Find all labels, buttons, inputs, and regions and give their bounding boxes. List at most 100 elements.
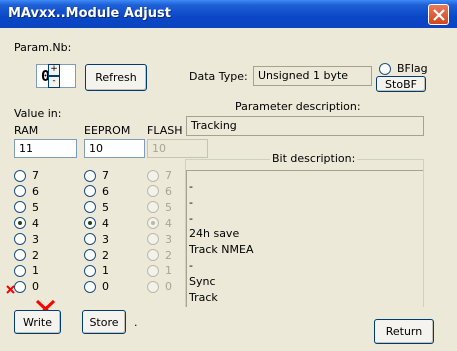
flash-bit-radio: 2: [147, 249, 172, 262]
eeprom-bit-radio[interactable]: 4: [84, 217, 109, 230]
radio-button[interactable]: [14, 201, 26, 214]
radio-button[interactable]: [84, 201, 96, 214]
radio-button: [147, 264, 159, 277]
radio-label: 5: [102, 200, 109, 214]
radio-button: [147, 233, 159, 246]
radio-label: 5: [165, 200, 172, 214]
radio-button[interactable]: [14, 169, 26, 182]
radio-label: 3: [165, 232, 172, 246]
radio-label: 7: [165, 169, 172, 182]
dialog-window: MAvxx..Module Adjust Param.Nb: 0 5 + - Re…: [0, 0, 457, 351]
bit-desc-item: -: [189, 211, 193, 225]
flash-bit-radio: 4: [147, 217, 172, 230]
radio-button[interactable]: [84, 185, 96, 198]
write-button[interactable]: Write: [14, 310, 61, 334]
radio-label: 2: [102, 248, 109, 262]
param-desc-label: Parameter description:: [235, 100, 361, 113]
radio-label: 4: [165, 216, 172, 230]
data-type-label: Data Type:: [189, 70, 248, 83]
param-desc-field: Tracking: [186, 116, 424, 136]
ram-bit-radio[interactable]: 1: [14, 264, 39, 277]
return-button[interactable]: Return: [374, 319, 434, 344]
radio-label: 5: [32, 200, 39, 214]
bit-desc-item: Track: [189, 290, 218, 304]
radio-label: 6: [102, 184, 109, 198]
stobf-button[interactable]: StoBF: [376, 76, 426, 92]
radio-label: 6: [165, 184, 172, 198]
radio-button[interactable]: [14, 233, 26, 246]
ram-bit-radio[interactable]: 2: [14, 249, 39, 262]
radio-label: 6: [32, 184, 39, 198]
flash-bit-radio: 3: [147, 233, 172, 246]
eeprom-bit-radio[interactable]: 7: [84, 169, 109, 182]
radio-label: 1: [165, 264, 172, 278]
radio-button[interactable]: [84, 169, 96, 182]
radio-button[interactable]: [14, 249, 26, 261]
radio-label: 3: [32, 232, 39, 246]
radio-label: 2: [32, 248, 39, 262]
flash-value-input: 10: [147, 139, 208, 158]
data-type-field: Unsigned 1 byte: [253, 66, 372, 86]
window-title: MAvxx..Module Adjust: [8, 6, 171, 21]
radio-button[interactable]: [84, 233, 96, 246]
ram-bit-radio[interactable]: 7: [14, 169, 39, 182]
radio-button[interactable]: [84, 217, 96, 230]
param-label: Param.Nb:: [14, 41, 72, 54]
eeprom-bit-radio[interactable]: 5: [84, 201, 109, 214]
bit-desc-item: -: [189, 195, 193, 209]
bit-desc-item: Track NMEA: [189, 243, 254, 257]
bit-desc-item: -: [189, 259, 193, 272]
radio-button[interactable]: [84, 249, 96, 261]
radio-label: 4: [32, 216, 39, 230]
radio-label: 2: [165, 248, 172, 262]
ram-bit-radio[interactable]: 4: [14, 217, 39, 230]
radio-label: 4: [102, 216, 109, 230]
bit-desc-item: -: [189, 180, 193, 193]
eeprom-bit-radio[interactable]: 1: [84, 264, 109, 277]
radio-button: [147, 280, 159, 293]
radio-label: 0: [102, 280, 109, 294]
flash-bit-radio: 6: [147, 185, 172, 198]
flash-bit-radio: 7: [147, 169, 172, 182]
radio-button: [147, 249, 159, 261]
eeprom-bit-radio[interactable]: 2: [84, 249, 109, 262]
ram-value-input[interactable]: 11: [14, 139, 77, 158]
store-button[interactable]: Store: [82, 310, 126, 334]
radio-button[interactable]: [14, 185, 26, 198]
close-button[interactable]: [428, 4, 449, 25]
radio-button: [147, 169, 159, 182]
value-in-label: Value in:: [14, 107, 62, 120]
radio-button[interactable]: [84, 280, 96, 293]
ram-bit-radio[interactable]: 3: [14, 233, 39, 246]
ram-bit-radio[interactable]: 5: [14, 201, 39, 214]
radio-button[interactable]: [84, 264, 96, 277]
flash-bit-radio: 1: [147, 264, 172, 277]
spin-down-button[interactable]: -: [48, 76, 60, 88]
eeprom-bit-radio[interactable]: 0: [84, 280, 109, 293]
bflag-radio[interactable]: [379, 62, 391, 75]
eeprom-bit-radio[interactable]: 6: [84, 185, 109, 198]
radio-button: [147, 217, 159, 230]
radio-button: [147, 201, 159, 214]
col-eeprom-label: EEPROM: [84, 124, 131, 137]
bit-description-list: - - - 24h save Track NMEA - Sync Track: [186, 170, 423, 307]
radio-label: 3: [102, 232, 109, 246]
bit-desc-item: 24h save: [189, 227, 240, 241]
spin-up-button[interactable]: +: [48, 64, 60, 76]
eeprom-value-input[interactable]: 10: [84, 139, 145, 158]
refresh-button[interactable]: Refresh: [85, 64, 147, 91]
eeprom-bit-radio[interactable]: 3: [84, 233, 109, 246]
radio-button[interactable]: [14, 217, 26, 230]
flash-bit-radio: 0: [147, 280, 172, 293]
radio-label: 1: [32, 264, 39, 278]
col-ram-label: RAM: [14, 124, 39, 137]
bit-desc-label: Bit description:: [270, 152, 358, 165]
ram-bit-radio[interactable]: 6: [14, 185, 39, 198]
close-icon: [433, 9, 445, 21]
radio-button[interactable]: [14, 264, 26, 277]
flash-bit-radio: 5: [147, 201, 172, 214]
bit-desc-item: Sync: [189, 274, 216, 288]
store-status-text: .: [134, 316, 138, 329]
dialog-body: Param.Nb: 0 5 + - Refresh Data Type: Unsi…: [4, 28, 453, 347]
bflag-option[interactable]: BFlag: [379, 62, 428, 75]
